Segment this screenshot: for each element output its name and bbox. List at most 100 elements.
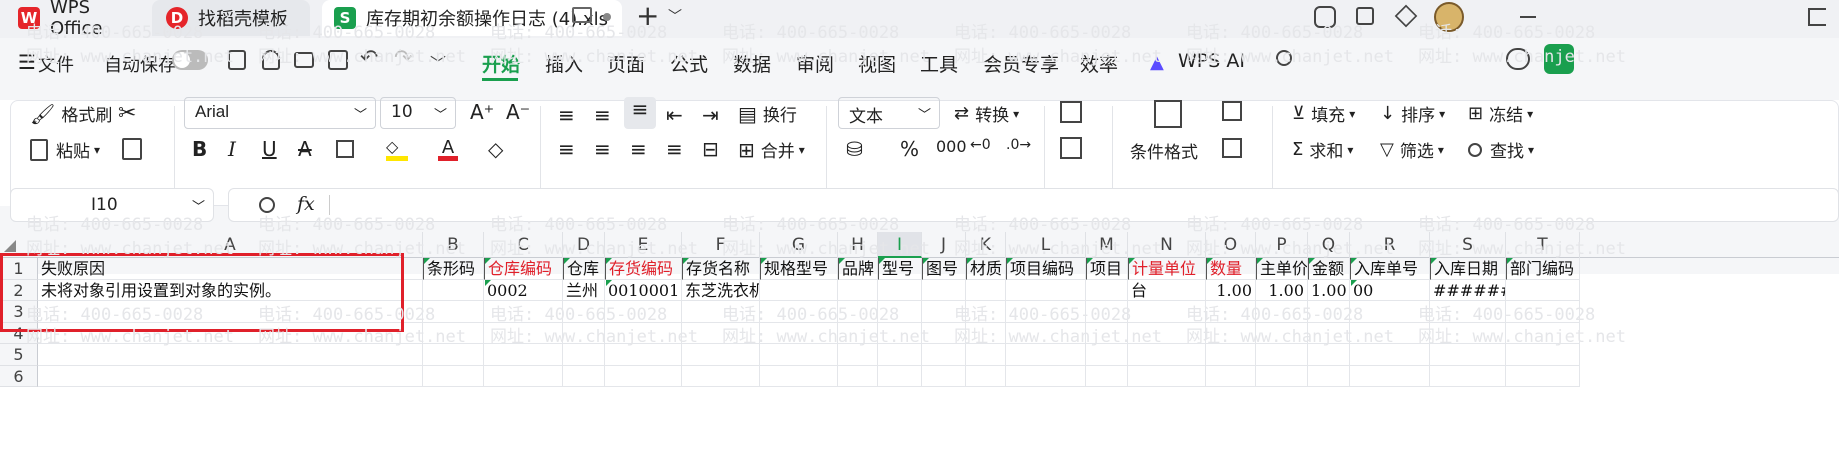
fx-icon[interactable]: fx <box>297 193 315 215</box>
cell-Q4[interactable] <box>1308 322 1350 344</box>
cell-E3[interactable] <box>605 301 682 323</box>
cell-P6[interactable] <box>1256 365 1308 387</box>
column-header-F[interactable]: F <box>682 232 760 258</box>
monitor-icon[interactable] <box>572 7 592 23</box>
cell-I4[interactable] <box>878 322 922 344</box>
cell-N4[interactable] <box>1128 322 1206 344</box>
cell-S4[interactable] <box>1430 322 1506 344</box>
cell-G1[interactable]: 规格型号 <box>760 258 838 280</box>
cell-L6[interactable] <box>1006 365 1086 387</box>
column-header-L[interactable]: L <box>1006 232 1086 258</box>
cell-J6[interactable] <box>922 365 966 387</box>
column-header-H[interactable]: H <box>838 232 878 258</box>
cell-B6[interactable] <box>423 365 484 387</box>
row-col-icon[interactable] <box>1222 101 1242 121</box>
share-button[interactable] <box>1544 44 1574 74</box>
align-left-icon[interactable]: ≡ <box>558 137 575 161</box>
table-style-icon[interactable] <box>1060 137 1082 159</box>
cell-C3[interactable] <box>484 301 563 323</box>
cell-Q5[interactable] <box>1308 344 1350 366</box>
cell-D5[interactable] <box>563 344 605 366</box>
menu-review[interactable]: 审阅 <box>796 50 834 77</box>
menu-start[interactable]: 开始 <box>482 50 520 77</box>
cell-F2[interactable]: 东芝洗衣机 <box>682 279 760 301</box>
cell-P5[interactable] <box>1256 344 1308 366</box>
bold-icon[interactable]: B <box>192 137 207 161</box>
cell-H6[interactable] <box>838 365 878 387</box>
cell-P1[interactable]: 主单价 <box>1256 258 1308 280</box>
cell-R4[interactable] <box>1350 322 1430 344</box>
cell-G4[interactable] <box>760 322 838 344</box>
new-tab-button[interactable]: + <box>636 0 659 32</box>
cell-O5[interactable] <box>1206 344 1256 366</box>
cell-F1[interactable]: 存货名称 <box>682 258 760 280</box>
menu-member[interactable]: 会员专享 <box>983 50 1059 77</box>
chevron-down-icon[interactable]: ﹀ <box>430 50 446 74</box>
cell-P2[interactable]: 1.00 <box>1256 279 1308 301</box>
cell-O4[interactable] <box>1206 322 1256 344</box>
tab-wps-office[interactable]: W WPS Office <box>18 0 148 39</box>
freeze-button[interactable]: ⊞ 冻结 ▾ <box>1468 101 1533 126</box>
print-icon[interactable] <box>294 52 314 68</box>
cell-T5[interactable] <box>1506 344 1580 366</box>
menu-wps-ai[interactable]: WPS AI <box>1178 50 1245 72</box>
cell-T2[interactable] <box>1506 279 1580 301</box>
number-format-select[interactable]: 文本 ﹀ <box>838 97 940 129</box>
cell-T6[interactable] <box>1506 365 1580 387</box>
convert-button[interactable]: ⇄ 转换 ▾ <box>954 101 1019 126</box>
column-header-M[interactable]: M <box>1086 232 1128 258</box>
copy-icon[interactable] <box>122 138 142 160</box>
cell-B3[interactable] <box>423 301 484 323</box>
cell-A5[interactable] <box>38 344 423 366</box>
row-header-3[interactable]: 3 <box>0 301 38 323</box>
redo-icon[interactable]: ↷ <box>394 46 412 71</box>
column-header-S[interactable]: S <box>1430 232 1506 258</box>
cell-C4[interactable] <box>484 322 563 344</box>
strikethrough-icon[interactable]: A <box>298 137 312 161</box>
share-icon[interactable] <box>262 50 280 70</box>
cell-H5[interactable] <box>838 344 878 366</box>
cell-M4[interactable] <box>1086 322 1128 344</box>
cell-N3[interactable] <box>1128 301 1206 323</box>
column-header-E[interactable]: E <box>605 232 682 258</box>
cell-I5[interactable] <box>878 344 922 366</box>
cell-J3[interactable] <box>922 301 966 323</box>
maximize-icon[interactable] <box>1808 8 1826 26</box>
cell-S2[interactable]: ####### <box>1430 279 1506 301</box>
wrap-button[interactable]: ▤ 换行 <box>738 101 797 127</box>
cell-P4[interactable] <box>1256 322 1308 344</box>
font-size-select[interactable]: 10 ﹀ <box>380 97 456 129</box>
cell-T3[interactable] <box>1506 301 1580 323</box>
cell-G2[interactable] <box>760 279 838 301</box>
row-header-2[interactable]: 2 <box>0 279 38 301</box>
cell-L5[interactable] <box>1006 344 1086 366</box>
column-header-G[interactable]: G <box>760 232 838 258</box>
font-shrink-icon[interactable]: A⁻ <box>506 100 530 124</box>
cell-E5[interactable] <box>605 344 682 366</box>
cell-R5[interactable] <box>1350 344 1430 366</box>
indent-decrease-icon[interactable]: ⇤ <box>666 103 683 127</box>
italic-icon[interactable]: I <box>228 137 236 161</box>
cell-A1[interactable]: 失败原因 <box>38 258 423 280</box>
cell-I6[interactable] <box>878 365 922 387</box>
cell-R2[interactable]: 00 <box>1350 279 1430 301</box>
cell-E6[interactable] <box>605 365 682 387</box>
column-header-T[interactable]: T <box>1506 232 1580 258</box>
cell-L1[interactable]: 项目编码 <box>1006 258 1086 280</box>
column-header-Q[interactable]: Q <box>1308 232 1350 258</box>
cell-G6[interactable] <box>760 365 838 387</box>
cell-C6[interactable] <box>484 365 563 387</box>
search-icon[interactable] <box>1276 50 1292 66</box>
cell-M6[interactable] <box>1086 365 1128 387</box>
column-header-B[interactable]: B <box>423 232 484 258</box>
cell-H3[interactable] <box>838 301 878 323</box>
find-button[interactable]: 查找 ▾ <box>1468 137 1534 162</box>
sort-button[interactable]: ↓ 排序 ▾ <box>1380 101 1445 126</box>
cell-F5[interactable] <box>682 344 760 366</box>
menu-page[interactable]: 页面 <box>607 50 645 77</box>
cell-G5[interactable] <box>760 344 838 366</box>
cell-O1[interactable]: 数量 <box>1206 258 1256 280</box>
hamburger-icon[interactable]: ☰ <box>18 50 36 74</box>
cell-B4[interactable] <box>423 322 484 344</box>
cell-A2[interactable]: 未将对象引用设置到对象的实例。 <box>38 279 423 301</box>
